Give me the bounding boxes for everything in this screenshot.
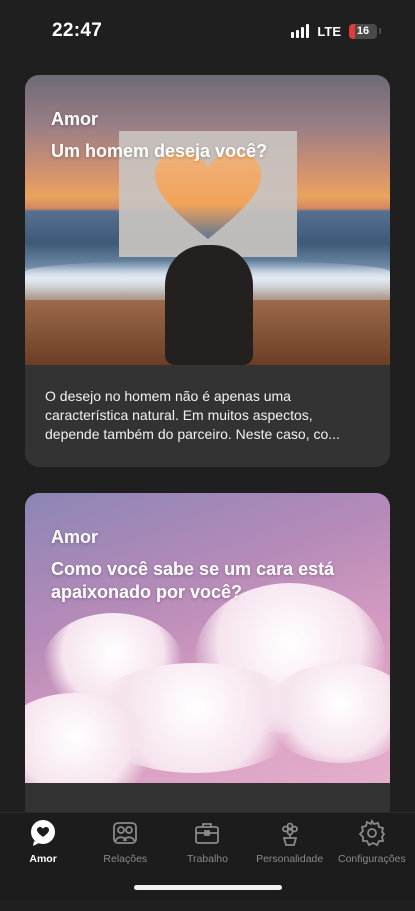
article-category: Amor bbox=[51, 527, 99, 547]
briefcase-icon bbox=[195, 823, 220, 844]
article-title: Como você sabe se um cara está apaixonad… bbox=[51, 559, 335, 602]
tab-configuracoes[interactable]: Configurações bbox=[331, 813, 413, 865]
article-card[interactable]: Amor Um homem deseja você? O desejo no h… bbox=[25, 75, 390, 467]
status-indicators: LTE 16 bbox=[291, 23, 381, 39]
article-image: Amor Como você sabe se um cara está apai… bbox=[25, 493, 390, 783]
battery-tip bbox=[379, 28, 381, 34]
tab-relacoes[interactable]: Relações bbox=[84, 813, 166, 865]
article-feed[interactable]: Amor Um homem deseja você? O desejo no h… bbox=[25, 75, 390, 911]
article-excerpt: O desejo no homem não é apenas uma carac… bbox=[45, 388, 340, 442]
article-image: Amor Um homem deseja você? bbox=[25, 75, 390, 365]
tab-label: Relações bbox=[103, 853, 148, 865]
status-time: 22:47 bbox=[52, 20, 103, 41]
tab-label: Trabalho bbox=[186, 853, 228, 865]
network-type: LTE bbox=[317, 23, 341, 39]
article-category: Amor bbox=[51, 109, 99, 129]
tab-amor[interactable]: Amor bbox=[2, 813, 84, 865]
heart-chat-icon bbox=[31, 820, 56, 846]
gear-icon bbox=[358, 819, 386, 847]
battery-icon: 16 bbox=[349, 23, 377, 39]
battery-level: 16 bbox=[356, 25, 370, 37]
people-icon bbox=[113, 822, 138, 844]
tab-label: Amor bbox=[29, 853, 57, 865]
article-title: Um homem deseja você? bbox=[51, 141, 268, 161]
tab-label: Configurações bbox=[337, 853, 406, 865]
home-indicator[interactable] bbox=[134, 885, 282, 890]
flower-pot-icon bbox=[281, 822, 298, 846]
tab-personalidade[interactable]: Personalidade bbox=[249, 813, 331, 865]
signal-icon bbox=[291, 24, 310, 38]
status-bar: 22:47 LTE 16 bbox=[0, 0, 415, 62]
tab-trabalho[interactable]: Trabalho bbox=[166, 813, 248, 865]
tab-label: Personalidade bbox=[256, 853, 324, 865]
